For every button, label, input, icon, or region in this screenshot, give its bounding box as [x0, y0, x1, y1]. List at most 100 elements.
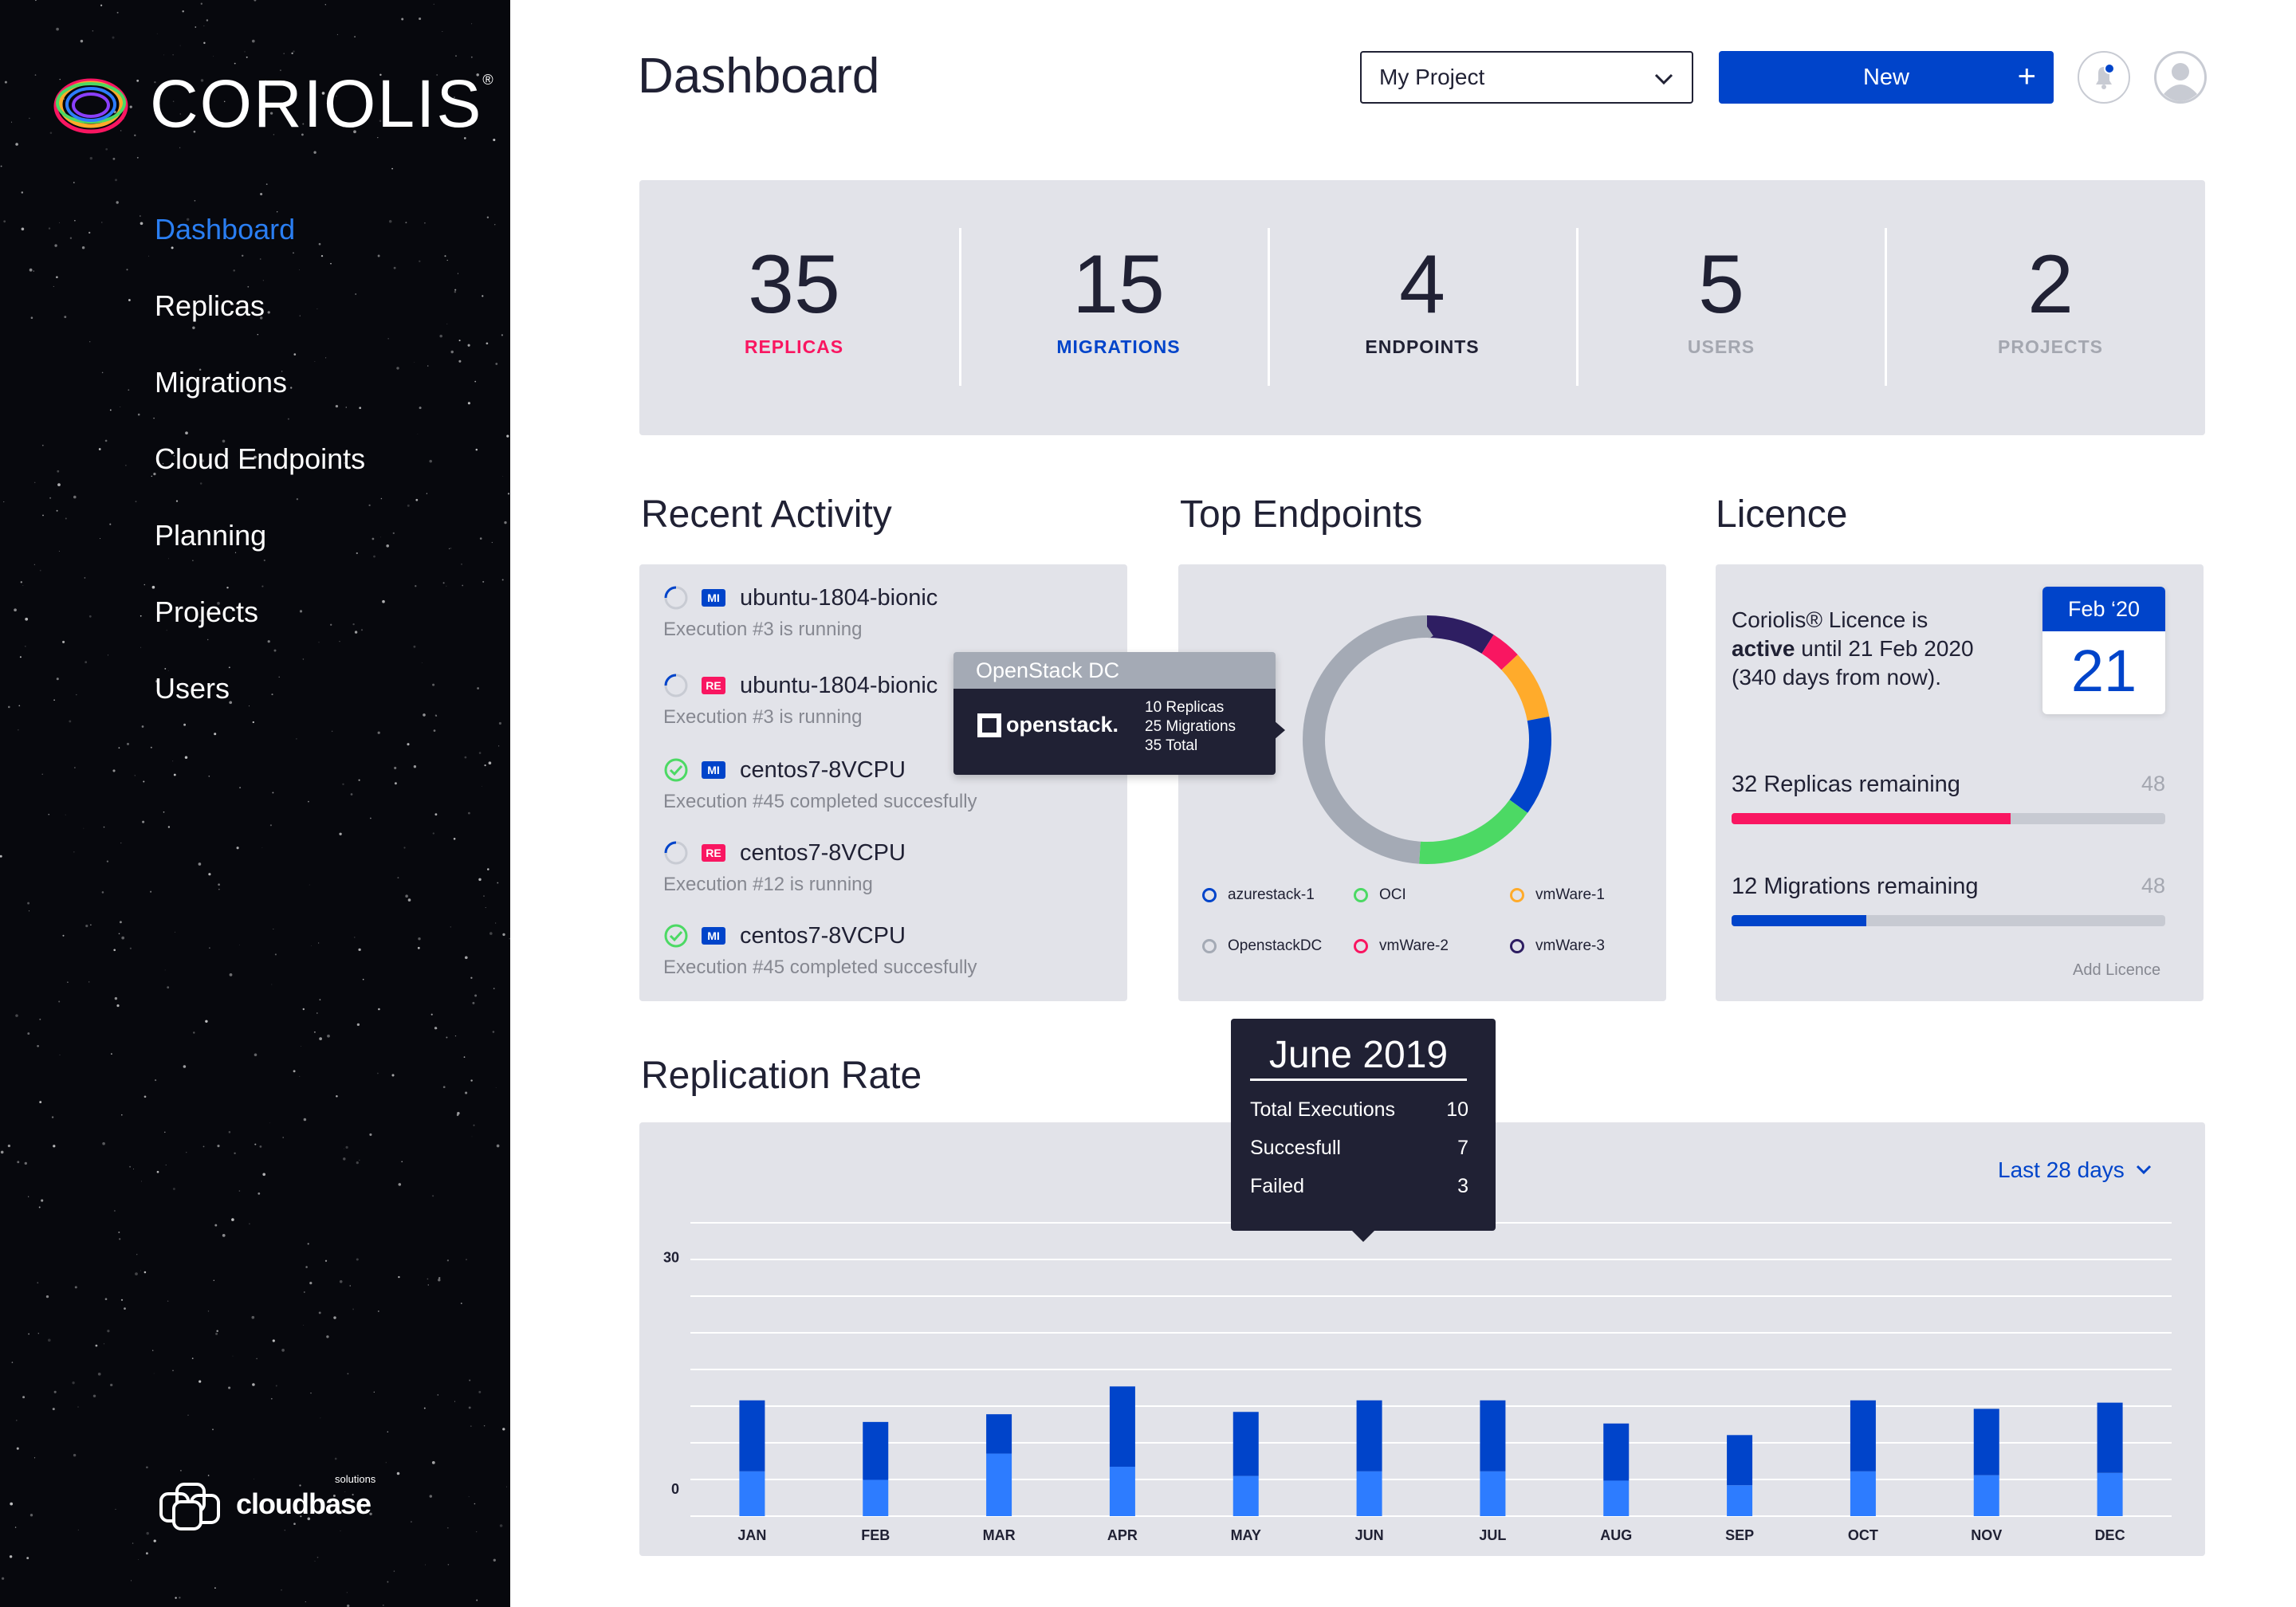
star	[48, 227, 51, 230]
star	[431, 1013, 433, 1016]
bar-mar-segment-1[interactable]	[986, 1414, 1012, 1454]
bar-dec-segment-1[interactable]	[2097, 1402, 2123, 1473]
activity-item[interactable]: MI ubuntu-1804-bionic Execution #3 is ru…	[663, 580, 938, 641]
bar-apr-segment-1[interactable]	[1109, 1386, 1135, 1468]
star	[339, 832, 342, 835]
activity-name: centos7-8VCPU	[740, 839, 906, 866]
star	[340, 1530, 341, 1531]
add-licence-link[interactable]: Add Licence	[2073, 961, 2160, 980]
migrations-remaining: 12 Migrations remaining 48	[1732, 874, 2165, 926]
activity-item[interactable]: MI centos7-8VCPU Execution #45 completed…	[663, 752, 977, 813]
star	[239, 787, 242, 789]
legend-item[interactable]: OpenstackDC	[1202, 937, 1322, 955]
bar-may-segment-0[interactable]	[1233, 1475, 1259, 1516]
bar-apr-segment-0[interactable]	[1109, 1467, 1135, 1516]
stat-replicas[interactable]: 35 REPLICAS	[639, 180, 949, 435]
endpoints-donut-chart[interactable]	[1293, 606, 1561, 874]
star	[212, 1428, 214, 1431]
cloudbase-logo[interactable]: cloudbase solutions	[156, 1473, 375, 1530]
star	[88, 615, 92, 618]
stat-projects[interactable]: 2 PROJECTS	[1896, 180, 2205, 435]
star	[202, 1145, 205, 1148]
user-avatar[interactable]	[2154, 51, 2207, 104]
bar-mar-segment-0[interactable]	[986, 1453, 1012, 1516]
coriolis-logo[interactable]: CORIOLIS ®	[51, 65, 493, 143]
star	[30, 316, 33, 319]
bar-aug-segment-0[interactable]	[1603, 1480, 1630, 1516]
recent-activity-panel: MI ubuntu-1804-bionic Execution #3 is ru…	[639, 564, 1127, 1001]
sidebar-item-dashboard[interactable]: Dashboard	[155, 212, 365, 289]
star	[450, 547, 452, 549]
range-select[interactable]: Last 28 days	[1998, 1157, 2156, 1183]
legend-item[interactable]: vmWare-1	[1510, 886, 1605, 904]
replicas-progress-bar	[1732, 813, 2165, 824]
bar-sep-segment-1[interactable]	[1727, 1435, 1753, 1486]
bar-jun-segment-0[interactable]	[1356, 1471, 1382, 1516]
bar-jun-segment-1[interactable]	[1356, 1400, 1382, 1471]
bar-nov-segment-1[interactable]	[1973, 1409, 1999, 1475]
bar-oct-segment-1[interactable]	[1850, 1400, 1876, 1471]
stat-users[interactable]: 5 USERS	[1567, 180, 1876, 435]
star	[153, 1373, 155, 1374]
bar-feb-segment-0[interactable]	[863, 1479, 889, 1516]
bar-jan-segment-0[interactable]	[739, 1471, 765, 1516]
bar-aug-segment-1[interactable]	[1603, 1423, 1630, 1481]
project-select-value: My Project	[1379, 65, 1485, 89]
star	[116, 201, 119, 204]
star	[34, 74, 37, 76]
coriolis-ring-icon	[53, 78, 128, 133]
star	[104, 1298, 108, 1301]
new-button[interactable]: New +	[1719, 51, 2054, 104]
star	[113, 949, 116, 952]
bar-dec-segment-0[interactable]	[2097, 1472, 2123, 1516]
star	[254, 1053, 258, 1057]
star	[148, 255, 150, 257]
bar-jan-segment-1[interactable]	[739, 1400, 765, 1471]
star	[407, 743, 410, 746]
star	[89, 156, 92, 160]
star	[92, 1394, 96, 1398]
bar-jul-segment-1[interactable]	[1480, 1400, 1506, 1471]
bar-sep-segment-0[interactable]	[1727, 1485, 1753, 1516]
activity-item[interactable]: RE centos7-8VCPU Execution #12 is runnin…	[663, 835, 906, 896]
star	[205, 1020, 208, 1024]
stat-migrations[interactable]: 15 MIGRATIONS	[964, 180, 1273, 435]
sidebar-item-replicas[interactable]: Replicas	[155, 289, 365, 365]
bar-nov-segment-0[interactable]	[1973, 1475, 1999, 1516]
legend-item[interactable]: vmWare-2	[1354, 937, 1449, 955]
bar-oct-segment-0[interactable]	[1850, 1471, 1876, 1516]
stat-endpoints[interactable]: 4 ENDPOINTS	[1268, 180, 1577, 435]
legend-item[interactable]: OCI	[1354, 886, 1406, 904]
star	[15, 143, 18, 146]
star	[493, 988, 495, 989]
star	[118, 747, 120, 749]
star	[475, 448, 478, 451]
bar-feb-segment-1[interactable]	[863, 1421, 889, 1480]
sidebar-item-cloud-endpoints[interactable]: Cloud Endpoints	[155, 442, 365, 518]
star	[391, 1074, 395, 1077]
sidebar-item-planning[interactable]: Planning	[155, 518, 365, 595]
activity-item[interactable]: MI centos7-8VCPU Execution #45 completed…	[663, 918, 977, 979]
legend-item[interactable]: azurestack-1	[1202, 886, 1315, 904]
activity-item[interactable]: RE ubuntu-1804-bionic Execution #3 is ru…	[663, 668, 938, 729]
star	[251, 1315, 255, 1319]
activity-name: ubuntu-1804-bionic	[740, 672, 938, 698]
star	[378, 1008, 380, 1011]
project-select[interactable]: My Project	[1360, 51, 1693, 104]
sidebar-item-projects[interactable]: Projects	[155, 595, 365, 671]
sidebar-item-users[interactable]: Users	[155, 671, 365, 748]
sidebar-item-migrations[interactable]: Migrations	[155, 365, 365, 442]
star	[270, 1397, 273, 1400]
star	[438, 1277, 441, 1279]
star	[307, 1243, 309, 1245]
legend-item[interactable]: vmWare-3	[1510, 937, 1605, 955]
star	[431, 1461, 435, 1464]
star	[140, 615, 142, 617]
star	[228, 1386, 231, 1389]
notifications-button[interactable]	[2078, 51, 2130, 104]
stats-panel: 35 REPLICAS 15 MIGRATIONS 4 ENDPOINTS 5 …	[639, 180, 2205, 435]
bar-jul-segment-0[interactable]	[1480, 1471, 1506, 1516]
bar-may-segment-1[interactable]	[1233, 1412, 1259, 1476]
star	[446, 1526, 449, 1529]
star	[377, 1072, 379, 1075]
